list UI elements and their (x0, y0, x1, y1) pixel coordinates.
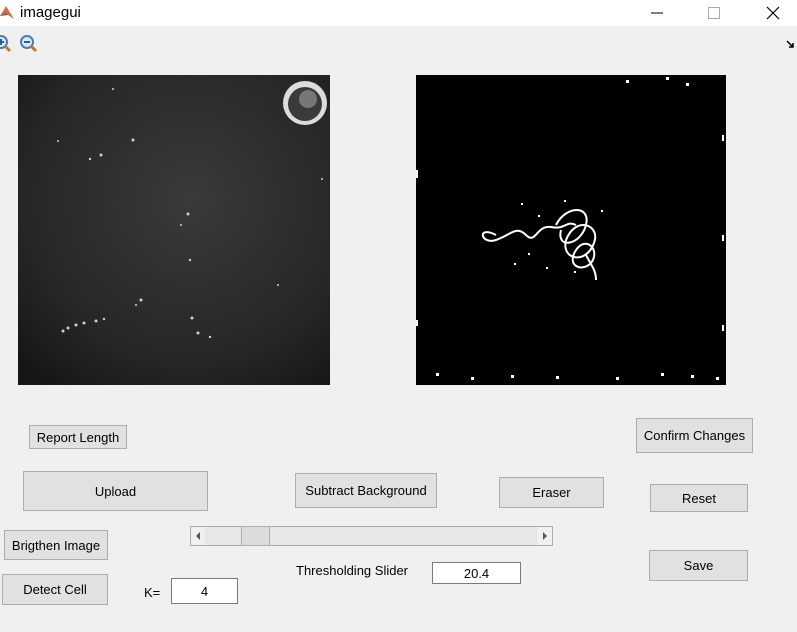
brighten-image-button[interactable]: Brigthen Image (4, 530, 108, 560)
k-value-field[interactable]: 4 (171, 578, 238, 604)
confirm-changes-button[interactable]: Confirm Changes (636, 418, 753, 453)
save-button[interactable]: Save (649, 550, 748, 581)
maximize-button[interactable] (691, 0, 737, 26)
detect-cell-button[interactable]: Detect Cell (2, 574, 108, 605)
threshold-value-field[interactable]: 20.4 (432, 562, 521, 584)
k-label: K= (144, 585, 161, 600)
slider-right-arrow[interactable] (538, 527, 552, 545)
figure-toolbar (0, 30, 797, 60)
reset-button[interactable]: Reset (650, 484, 748, 512)
thresholding-slider[interactable] (190, 526, 553, 546)
original-micrograph (18, 75, 330, 385)
slider-thumb[interactable] (241, 527, 271, 545)
toolbar-dock-arrow-icon[interactable] (786, 40, 797, 51)
chevron-right-icon (543, 532, 547, 540)
original-image-axes[interactable] (18, 75, 330, 385)
zoom-in-icon[interactable] (0, 34, 12, 54)
thresholded-binary-image (416, 75, 726, 385)
maximize-icon (708, 7, 720, 19)
window-title: imagegui (20, 4, 81, 21)
thresholding-slider-label: Thresholding Slider (296, 563, 409, 578)
binary-image-axes[interactable] (416, 75, 726, 385)
close-icon (766, 6, 780, 20)
slider-left-arrow[interactable] (191, 527, 205, 545)
close-button[interactable] (750, 0, 796, 26)
chevron-left-icon (196, 532, 200, 540)
zoom-out-icon[interactable] (18, 34, 38, 54)
eraser-button[interactable]: Eraser (499, 477, 604, 508)
upload-button[interactable]: Upload (23, 471, 208, 511)
title-bar: imagegui (0, 0, 797, 26)
minimize-button[interactable] (634, 0, 680, 26)
minimize-icon (651, 12, 663, 14)
matlab-logo-icon (0, 6, 14, 19)
subtract-background-button[interactable]: Subtract Background (295, 473, 437, 508)
report-length-button[interactable]: Report Length (29, 425, 127, 449)
